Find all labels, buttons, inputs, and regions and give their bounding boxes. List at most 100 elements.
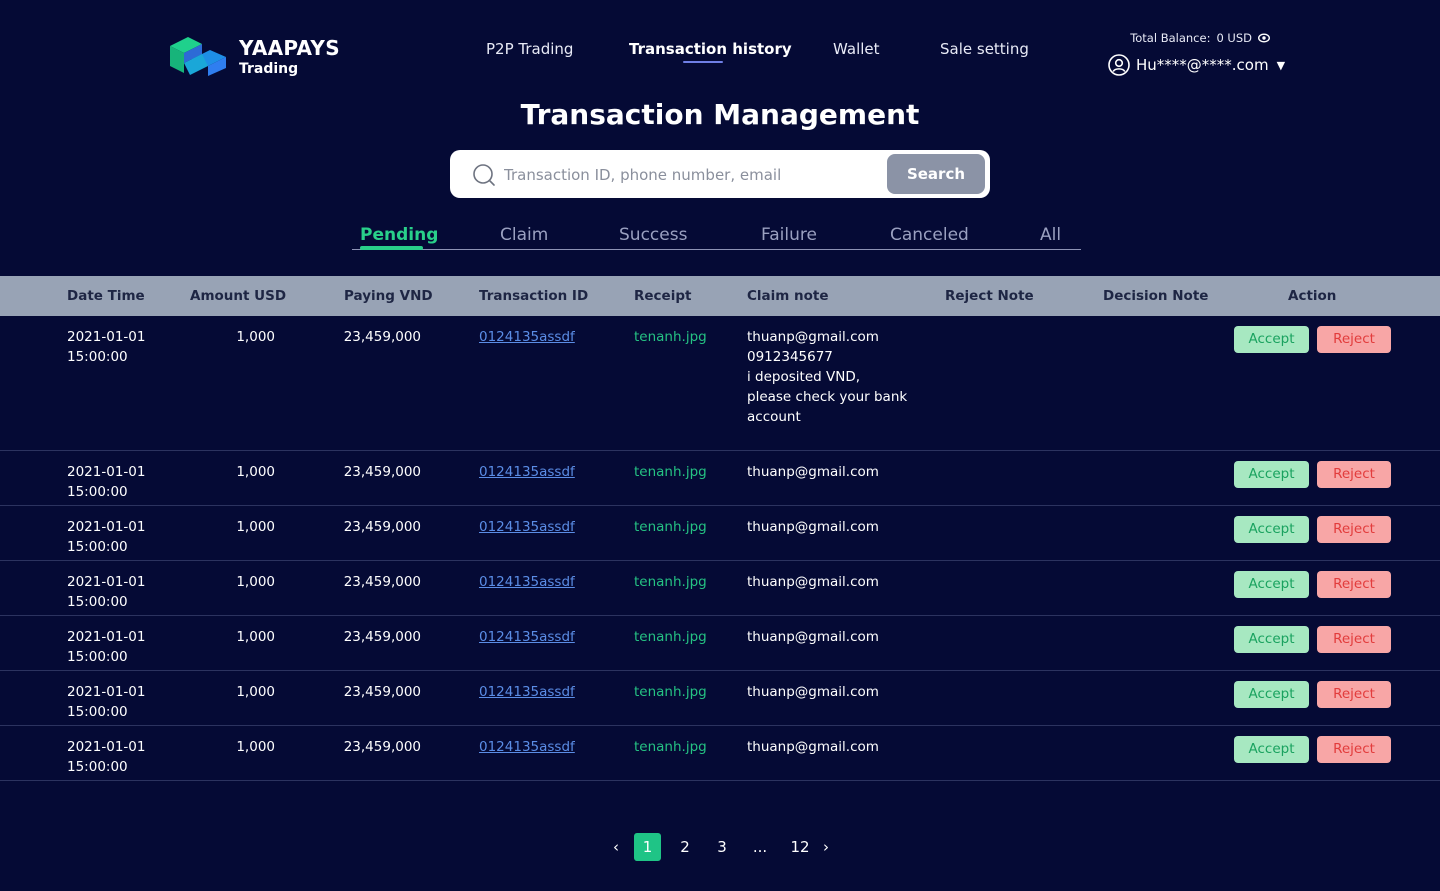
tab-all[interactable]: All <box>1040 225 1061 245</box>
table-row: 2021-01-01 15:00:00 1,000 23,459,000 0124135… <box>0 561 1440 616</box>
cell-paying-vnd: 23,459,000 <box>343 574 421 590</box>
nav-active-indicator <box>683 61 723 63</box>
user-circle-icon <box>1108 54 1130 76</box>
reject-button[interactable]: Reject <box>1317 736 1391 763</box>
cell-date-time: 2021-01-01 15:00:00 <box>67 737 177 777</box>
accept-button[interactable]: Accept <box>1234 681 1309 708</box>
reject-button[interactable]: Reject <box>1317 571 1391 598</box>
header-date-time[interactable]: Date Time <box>67 288 145 304</box>
cell-date-time: 2021-01-01 15:00:00 <box>67 627 177 667</box>
cell-claim-note: thuanp@gmail.com <box>747 519 879 535</box>
pagination-prev-icon[interactable]: ‹ <box>608 833 624 861</box>
header-receipt[interactable]: Receipt <box>634 288 691 304</box>
cell-receipt-link[interactable]: tenanh.jpg <box>634 737 707 757</box>
total-balance: Total Balance: 0 USD <box>1130 31 1270 45</box>
tab-success[interactable]: Success <box>619 225 687 245</box>
accept-button[interactable]: Accept <box>1234 571 1309 598</box>
tab-failure[interactable]: Failure <box>761 225 817 245</box>
cell-transaction-id-link[interactable]: 0124135assdf <box>479 737 575 757</box>
pagination-next-icon[interactable]: › <box>818 833 834 861</box>
search-bar: Search <box>450 150 990 198</box>
cell-time: 15:00:00 <box>67 349 128 365</box>
cell-claim-note: thuanp@gmail.com <box>747 629 879 645</box>
cell-time: 15:00:00 <box>67 594 128 610</box>
header-transaction-id[interactable]: Transaction ID <box>479 288 588 304</box>
nav-p2p-trading[interactable]: P2P Trading <box>486 40 573 58</box>
cell-date-time: 2021-01-01 15:00:00 <box>67 462 177 502</box>
table-row: 2021-01-01 15:00:00 1,000 23,459,000 0124135… <box>0 616 1440 671</box>
cell-transaction-id-link[interactable]: 0124135assdf <box>479 627 575 647</box>
header-amount-usd[interactable]: Amount USD <box>190 288 286 304</box>
cell-amount-usd: 1,000 <box>236 629 275 645</box>
yaapays-logo <box>170 37 226 76</box>
eye-icon[interactable] <box>1258 33 1270 43</box>
pagination-ellipsis: ... <box>752 838 768 856</box>
search-icon <box>473 164 495 186</box>
tab-canceled[interactable]: Canceled <box>890 225 969 245</box>
accept-button[interactable]: Accept <box>1234 736 1309 763</box>
cell-amount-usd: 1,000 <box>236 464 275 480</box>
user-menu[interactable]: Hu****@****.com ▼ <box>1108 54 1285 76</box>
accept-button[interactable]: Accept <box>1234 516 1309 543</box>
cell-date: 2021-01-01 <box>67 684 146 700</box>
reject-button[interactable]: Reject <box>1317 626 1391 653</box>
cell-time: 15:00:00 <box>67 484 128 500</box>
pagination-page-1[interactable]: 1 <box>634 833 661 861</box>
cell-date: 2021-01-01 <box>67 739 146 755</box>
cell-claim-note: thuanp@gmail.com <box>747 684 879 700</box>
cell-receipt-link[interactable]: tenanh.jpg <box>634 327 707 347</box>
cell-amount-usd: 1,000 <box>236 684 275 700</box>
cell-amount-usd: 1,000 <box>236 519 275 535</box>
reject-button[interactable]: Reject <box>1317 461 1391 488</box>
cell-transaction-id-link[interactable]: 0124135assdf <box>479 327 575 347</box>
brand-name: YAAPAYS <box>239 36 340 60</box>
accept-button[interactable]: Accept <box>1234 461 1309 488</box>
reject-button[interactable]: Reject <box>1317 516 1391 543</box>
accept-button[interactable]: Accept <box>1234 626 1309 653</box>
nav-transaction-history[interactable]: Transaction history <box>629 40 792 58</box>
header-decision-note[interactable]: Decision Note <box>1103 288 1208 304</box>
cell-paying-vnd: 23,459,000 <box>343 739 421 755</box>
cell-amount-usd: 1,000 <box>236 739 275 755</box>
pagination-page-12[interactable]: 12 <box>789 833 811 861</box>
pagination-page-2[interactable]: 2 <box>676 833 694 861</box>
cell-receipt-link[interactable]: tenanh.jpg <box>634 682 707 702</box>
table-row: 2021-01-01 15:00:00 1,000 23,459,000 0124135… <box>0 451 1440 506</box>
cell-receipt-link[interactable]: tenanh.jpg <box>634 517 707 537</box>
accept-button[interactable]: Accept <box>1234 326 1309 353</box>
cell-transaction-id-link[interactable]: 0124135assdf <box>479 517 575 537</box>
cell-paying-vnd: 23,459,000 <box>343 464 421 480</box>
cell-date: 2021-01-01 <box>67 464 146 480</box>
header-action: Action <box>1288 288 1337 304</box>
brand-subtitle: Trading <box>239 61 299 77</box>
cell-time: 15:00:00 <box>67 539 128 555</box>
cell-transaction-id-link[interactable]: 0124135assdf <box>479 572 575 592</box>
cell-transaction-id-link[interactable]: 0124135assdf <box>479 682 575 702</box>
cell-date: 2021-01-01 <box>67 329 146 345</box>
tab-claim[interactable]: Claim <box>500 225 548 245</box>
nav-sale-setting[interactable]: Sale setting <box>940 40 1029 58</box>
pagination-page-3[interactable]: 3 <box>713 833 731 861</box>
cell-claim-note: thuanp@gmail.com 0912345677 i deposited … <box>747 329 908 425</box>
reject-button[interactable]: Reject <box>1317 681 1391 708</box>
cell-date-time: 2021-01-01 15:00:00 <box>67 682 177 722</box>
tabs-divider <box>352 249 1081 250</box>
cell-claim-note: thuanp@gmail.com <box>747 574 879 590</box>
search-input[interactable] <box>502 160 886 190</box>
user-email: Hu****@****.com <box>1136 56 1269 74</box>
reject-button[interactable]: Reject <box>1317 326 1391 353</box>
cell-receipt-link[interactable]: tenanh.jpg <box>634 572 707 592</box>
search-button[interactable]: Search <box>887 154 985 194</box>
tab-pending[interactable]: Pending <box>360 225 438 245</box>
cell-date-time: 2021-01-01 15:00:00 <box>67 517 177 557</box>
header-claim-note[interactable]: Claim note <box>747 288 829 304</box>
cell-receipt-link[interactable]: tenanh.jpg <box>634 462 707 482</box>
cell-receipt-link[interactable]: tenanh.jpg <box>634 627 707 647</box>
cell-amount-usd: 1,000 <box>236 574 275 590</box>
nav-wallet[interactable]: Wallet <box>833 40 880 58</box>
cell-date-time: 2021-01-01 15:00:00 <box>67 572 177 612</box>
header-reject-note[interactable]: Reject Note <box>945 288 1034 304</box>
header-paying-vnd[interactable]: Paying VND <box>344 288 433 304</box>
cell-claim-note: thuanp@gmail.com <box>747 739 879 755</box>
cell-transaction-id-link[interactable]: 0124135assdf <box>479 462 575 482</box>
